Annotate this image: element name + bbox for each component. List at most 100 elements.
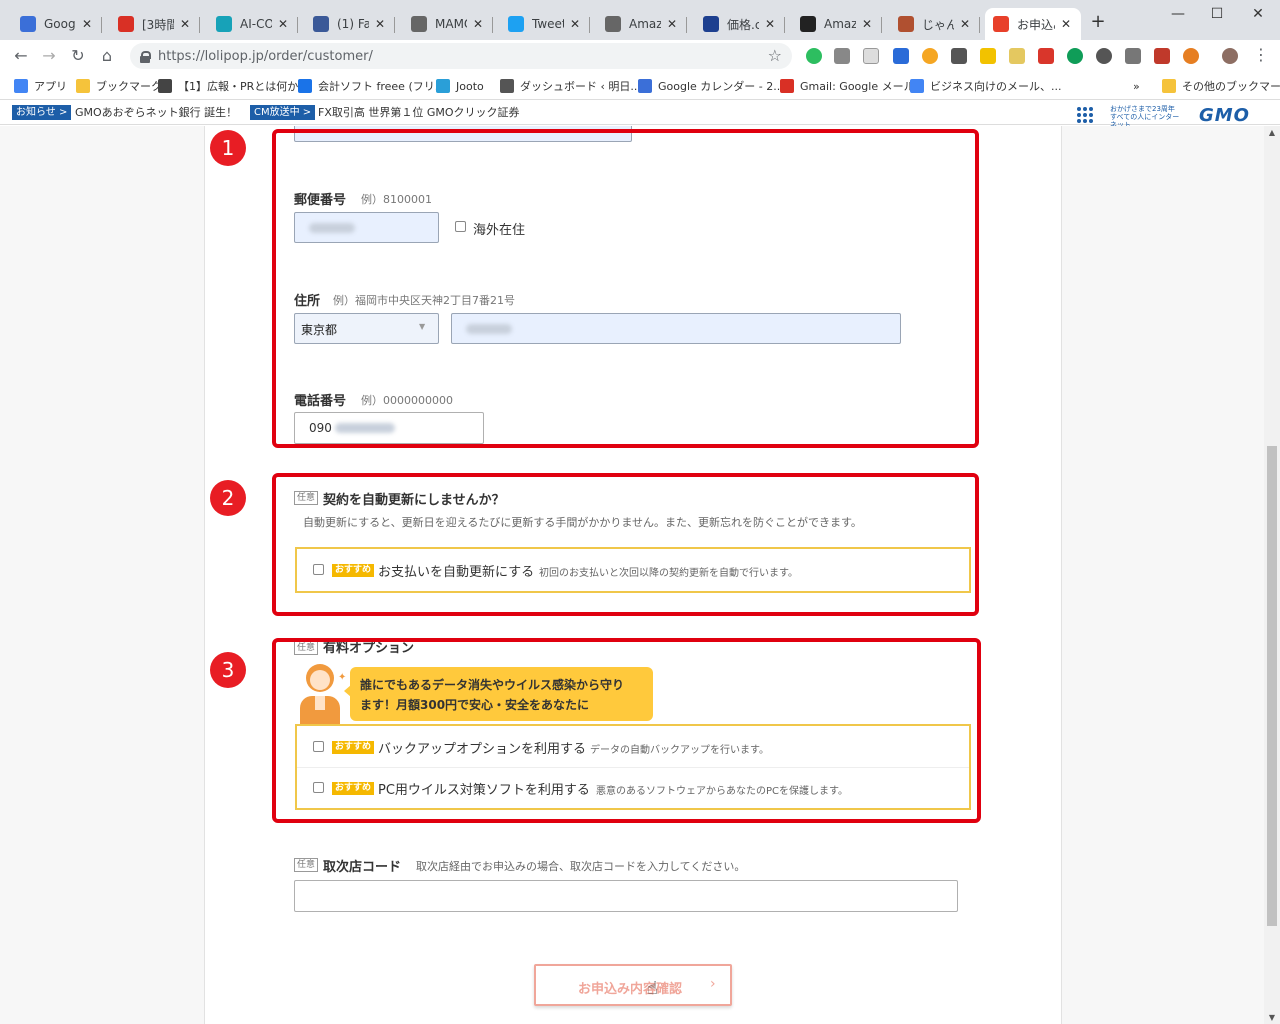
address-bar[interactable]: https://lolipop.jp/order/customer/ ☆: [130, 43, 792, 69]
browser-toolbar: ← → ↻ ⌂ https://lolipop.jp/order/custome…: [0, 40, 1280, 72]
folder-icon: [1162, 79, 1176, 93]
cm-tag[interactable]: CM放送中 >: [250, 105, 316, 120]
close-tab-icon[interactable]: ✕: [1059, 17, 1073, 31]
tab-title: [3時間即: [142, 17, 174, 32]
tab-separator: [686, 17, 687, 33]
tab-6[interactable]: Amazon ✕: [597, 8, 687, 40]
new-tab-button[interactable]: +: [1088, 12, 1108, 32]
bookmark-label: Google カレンダー - 2...: [658, 80, 784, 93]
gmo-info-bar: お知らせ > GMOあおぞらネット銀行 誕生！ CM放送中 > FX取引高 世界…: [0, 101, 1280, 129]
bookmark-item-9[interactable]: »: [1133, 78, 1140, 94]
extension-icon[interactable]: [834, 48, 850, 64]
shield-ext-icon[interactable]: [980, 48, 996, 64]
tab-8[interactable]: Amazon ✕: [792, 8, 882, 40]
confirm-order-button[interactable]: お申込み内容確認 ›: [534, 964, 732, 1006]
agency-code-input[interactable]: [294, 880, 958, 912]
annotation-box-3: [272, 638, 981, 823]
tab-title: Amazon: [824, 17, 856, 31]
evernote-icon[interactable]: [806, 48, 822, 64]
pdf-ext-icon[interactable]: [1154, 48, 1170, 64]
lolipop-icon: [993, 16, 1009, 32]
green-ext-icon[interactable]: [1067, 48, 1083, 64]
close-tab-icon[interactable]: ✕: [471, 17, 485, 31]
maximize-icon[interactable]: ☐: [1207, 6, 1227, 26]
shield2-ext-icon[interactable]: [1125, 48, 1141, 64]
tab-7[interactable]: 価格.con ✕: [695, 8, 785, 40]
bookmark-item-2[interactable]: 【1】広報・PRとは何か...: [158, 78, 309, 94]
calendar-icon: [20, 16, 36, 32]
bookmark-label: Gmail: Google メール: [800, 80, 915, 93]
avatar[interactable]: [1222, 48, 1238, 64]
lock-icon: [140, 51, 151, 63]
tab-5[interactable]: TweetDe ✕: [500, 8, 590, 40]
calendar-ext-icon[interactable]: [863, 48, 879, 64]
cm-text[interactable]: FX取引高 世界第１位 GMOクリック証券: [318, 105, 520, 120]
chat-ext-icon[interactable]: [893, 48, 909, 64]
tab-title: 価格.con: [727, 17, 759, 32]
color-ext-icon[interactable]: [1183, 48, 1199, 64]
tab-separator: [784, 17, 785, 33]
bookmark-item-8[interactable]: ビジネス向けのメール、...: [910, 78, 1062, 94]
agency-code-desc: 取次店経由でお申込みの場合、取次店コードを入力してください。: [416, 860, 746, 873]
forward-arrow-icon[interactable]: →: [38, 45, 60, 67]
apps-icon: [14, 79, 28, 93]
bookmark-label: Jooto: [456, 79, 484, 93]
close-tab-icon[interactable]: ✕: [80, 17, 94, 31]
google-ext-icon[interactable]: [1038, 48, 1054, 64]
annotation-box-2: [272, 473, 979, 616]
close-tab-icon[interactable]: ✕: [860, 17, 874, 31]
bookmark-item-6[interactable]: Google カレンダー - 2...: [638, 78, 784, 94]
bookmark-item-10[interactable]: その他のブックマーク: [1162, 78, 1280, 94]
tab-title: じゃんば: [922, 17, 954, 32]
kakaku-icon: [703, 16, 719, 32]
close-tab-icon[interactable]: ✕: [763, 17, 777, 31]
scroll-thumb[interactable]: [1267, 446, 1277, 926]
back-arrow-icon[interactable]: ←: [10, 45, 32, 67]
gmo-logo[interactable]: GMO: [1199, 105, 1250, 126]
yahoo-ext-icon[interactable]: [1009, 48, 1025, 64]
tab-1[interactable]: [3時間即 ✕: [110, 8, 200, 40]
slack-ext-icon[interactable]: [951, 48, 967, 64]
bookmark-star-icon[interactable]: ☆: [768, 46, 782, 65]
minimize-icon[interactable]: —: [1168, 6, 1188, 26]
tab-9[interactable]: じゃんば ✕: [890, 8, 980, 40]
bookmark-item-5[interactable]: ダッシュボード ‹ 明日...: [500, 78, 641, 94]
page-scrollbar[interactable]: ▲ ▼: [1264, 126, 1280, 1024]
bookmark-item-4[interactable]: Jooto: [436, 78, 484, 94]
globe-icon: [605, 16, 621, 32]
annotation-box-1: [272, 129, 979, 448]
close-tab-icon[interactable]: ✕: [178, 17, 192, 31]
scroll-up-icon: ▲: [1268, 128, 1276, 137]
news-tag[interactable]: お知らせ >: [12, 105, 72, 120]
google-icon: [910, 79, 924, 93]
close-tab-icon[interactable]: ✕: [276, 17, 290, 31]
page-content: 郵便番号 例）8100001 海外在住 住所 例）福岡市中央区天神2丁目7番21…: [0, 126, 1264, 1024]
tab-10[interactable]: お申込み ✕: [985, 8, 1081, 40]
home-icon[interactable]: ⌂: [96, 45, 118, 67]
news-text[interactable]: GMOあおぞらネット銀行 誕生！: [75, 105, 237, 120]
close-window-icon[interactable]: ✕: [1248, 6, 1268, 26]
freee-icon: [298, 79, 312, 93]
tab-2[interactable]: AI-CON ✕: [208, 8, 298, 40]
dots-ext-icon[interactable]: [1096, 48, 1112, 64]
bookmark-label: ビジネス向けのメール、...: [930, 80, 1062, 93]
menu-kebab-icon[interactable]: ⋮: [1250, 44, 1272, 66]
facebook-icon: [313, 16, 329, 32]
tab-4[interactable]: MAMOR ✕: [403, 8, 493, 40]
reload-icon[interactable]: ↻: [67, 45, 89, 67]
tab-3[interactable]: (1) Facel ✕: [305, 8, 395, 40]
close-tab-icon[interactable]: ✕: [665, 17, 679, 31]
annotation-number-2: 2: [210, 480, 246, 516]
bookmark-label: 会計ソフト freee (フリ...: [318, 80, 446, 93]
close-tab-icon[interactable]: ✕: [568, 17, 582, 31]
close-tab-icon[interactable]: ✕: [373, 17, 387, 31]
bookmark-item-1[interactable]: ブックマーク: [76, 78, 162, 94]
tab-0[interactable]: Google ✕: [12, 8, 102, 40]
bookmark-item-7[interactable]: Gmail: Google メール: [780, 78, 915, 94]
folder-icon: [76, 79, 90, 93]
bookmark-item-0[interactable]: アプリ: [14, 78, 67, 94]
tab-title: TweetDe: [532, 17, 564, 31]
close-tab-icon[interactable]: ✕: [958, 17, 972, 31]
gauge-ext-icon[interactable]: [922, 48, 938, 64]
bookmark-item-3[interactable]: 会計ソフト freee (フリ...: [298, 78, 445, 94]
